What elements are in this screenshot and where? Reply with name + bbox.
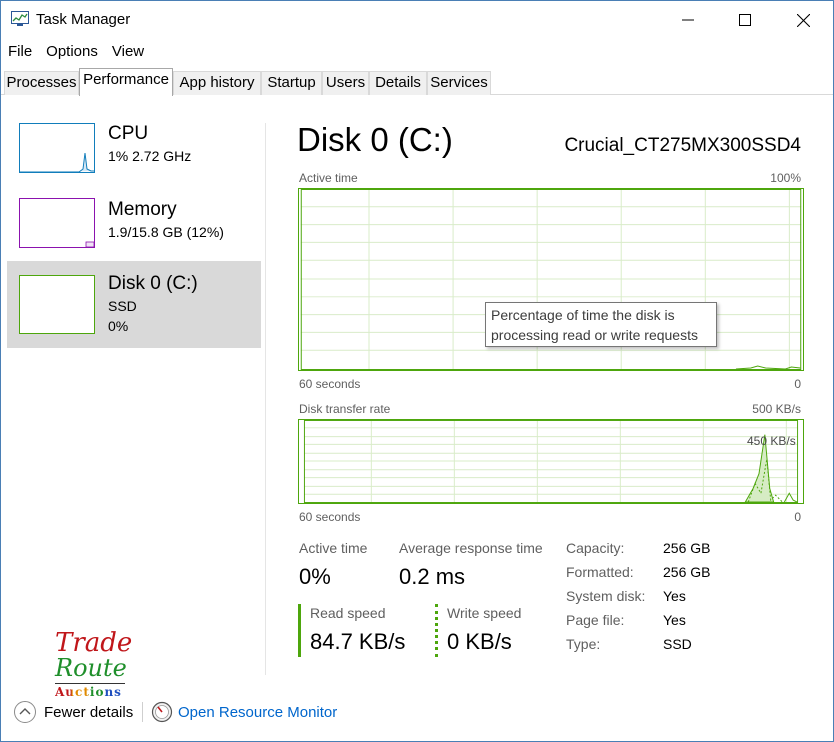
- menu-options[interactable]: Options: [39, 41, 105, 63]
- tab-app-history[interactable]: App history: [173, 71, 261, 95]
- formatted-value: 256 GB: [663, 564, 711, 580]
- disk-thumbnail-graph: [19, 275, 95, 334]
- sidebar-item-disk-usage: 0%: [108, 318, 129, 334]
- sidebar-item-disk-label: Disk 0 (C:): [108, 273, 198, 294]
- logo-rule: [55, 683, 125, 684]
- task-manager-icon: [11, 11, 29, 26]
- logo-line-auctions: Auctions: [55, 685, 122, 699]
- avg-response-label: Average response time: [399, 540, 543, 556]
- tab-users[interactable]: Users: [322, 71, 369, 95]
- read-speed-value: 84.7 KB/s: [310, 629, 406, 654]
- transfer-rate-graph-mid: 450 KB/s: [747, 434, 796, 448]
- title-bar[interactable]: Task Manager: [1, 1, 833, 39]
- close-button[interactable]: [774, 1, 832, 39]
- maximize-icon: [739, 14, 751, 26]
- menu-file[interactable]: File: [1, 41, 39, 63]
- window-title: Task Manager: [36, 11, 131, 28]
- menu-bar: File Options View: [1, 41, 151, 63]
- resource-monitor-icon: [151, 701, 173, 723]
- system-disk-value: Yes: [663, 588, 686, 604]
- write-speed-label: Write speed: [447, 605, 522, 621]
- page-file-value: Yes: [663, 612, 686, 628]
- tab-services[interactable]: Services: [427, 71, 491, 95]
- fewer-details-chevron-icon[interactable]: [13, 700, 37, 724]
- read-speed-indicator: [298, 604, 301, 657]
- panel-divider: [265, 123, 266, 675]
- read-speed-label: Read speed: [310, 605, 386, 621]
- sidebar-item-memory-usage: 1.9/15.8 GB (12%): [108, 224, 224, 240]
- active-time-graph-min: 0: [794, 377, 801, 391]
- type-label: Type:: [566, 636, 601, 652]
- disk-title: Disk 0 (C:): [297, 121, 453, 158]
- open-resource-monitor-link[interactable]: Open Resource Monitor: [178, 704, 337, 721]
- write-speed-value: 0 KB/s: [447, 629, 512, 654]
- transfer-rate-graph-min: 0: [794, 510, 801, 524]
- formatted-label: Formatted:: [566, 564, 634, 580]
- active-time-label: Active time: [299, 540, 368, 556]
- active-time-tooltip: Percentage of time the disk is processin…: [485, 302, 717, 347]
- capacity-value: 256 GB: [663, 540, 711, 556]
- capacity-label: Capacity:: [566, 540, 625, 556]
- sidebar-item-disk-type: SSD: [108, 298, 137, 314]
- close-icon: [796, 13, 810, 27]
- transfer-rate-graph-label: Disk transfer rate: [299, 402, 391, 416]
- sidebar-item-cpu[interactable]: CPU 1% 2.72 GHz: [7, 111, 261, 198]
- sidebar-item-cpu-usage: 1% 2.72 GHz: [108, 148, 192, 164]
- footer-separator: [142, 702, 143, 722]
- tab-performance[interactable]: Performance: [79, 68, 173, 96]
- type-value: SSD: [663, 636, 692, 652]
- minimize-button[interactable]: [659, 1, 717, 39]
- avg-response-value: 0.2 ms: [399, 564, 466, 589]
- task-manager-window: Task Manager File Options View Processes…: [0, 0, 834, 742]
- memory-thumbnail-graph: [19, 198, 95, 248]
- sidebar-item-cpu-label: CPU: [108, 123, 149, 144]
- sidebar-item-memory-label: Memory: [108, 199, 177, 220]
- page-file-label: Page file:: [566, 612, 625, 628]
- fewer-details-button[interactable]: Fewer details: [44, 704, 133, 721]
- disk-model: Crucial_CT275MX300SSD4: [564, 135, 801, 156]
- active-time-graph-time: 60 seconds: [299, 377, 361, 391]
- tab-details[interactable]: Details: [369, 71, 427, 95]
- write-speed-indicator: [435, 604, 438, 657]
- active-time-graph-max: 100%: [770, 171, 801, 185]
- tab-processes[interactable]: Processes: [4, 71, 79, 95]
- cpu-thumbnail-graph: [19, 123, 95, 173]
- logo-line-route: Route: [55, 654, 127, 682]
- transfer-rate-graph-time: 60 seconds: [299, 510, 361, 524]
- tab-strip: Processes Performance App history Startu…: [1, 68, 833, 96]
- active-time-graph-label: Active time: [299, 171, 358, 185]
- tab-startup[interactable]: Startup: [261, 71, 322, 95]
- menu-view[interactable]: View: [105, 41, 151, 63]
- trade-route-auctions-logo: Trade Route Auctions: [53, 628, 143, 702]
- transfer-rate-graph-max: 500 KB/s: [752, 402, 801, 416]
- transfer-rate-graph: [298, 419, 804, 504]
- sidebar-item-disk[interactable]: Disk 0 (C:) SSD 0%: [7, 261, 261, 348]
- minimize-icon: [682, 19, 694, 21]
- maximize-button[interactable]: [716, 1, 774, 39]
- system-disk-label: System disk:: [566, 588, 646, 604]
- active-time-value: 0%: [299, 564, 331, 589]
